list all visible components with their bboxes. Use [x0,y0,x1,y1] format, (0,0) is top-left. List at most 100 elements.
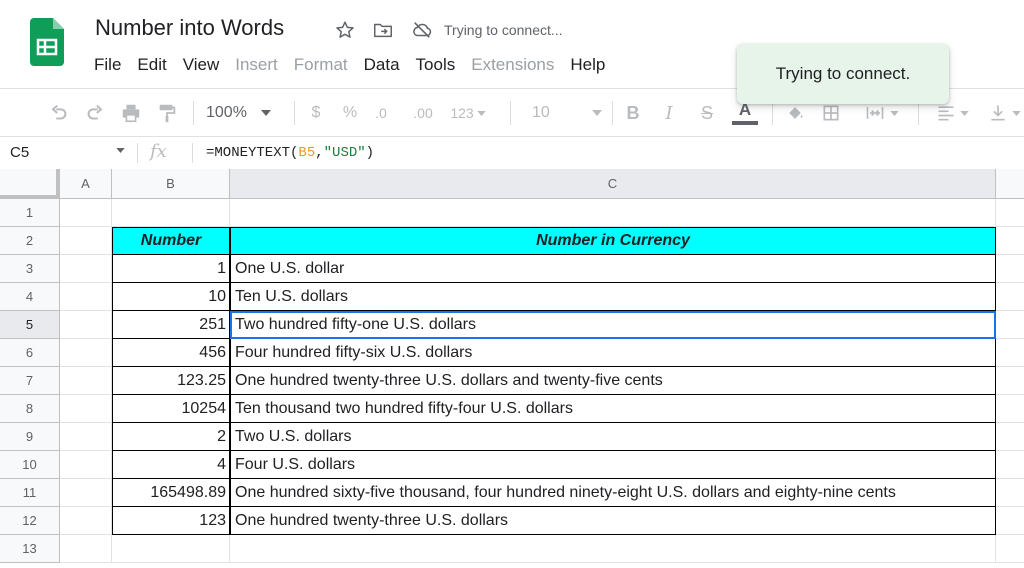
menu-view[interactable]: View [175,53,228,77]
percent-format-button[interactable]: % [338,89,362,137]
menu-insert[interactable]: Insert [227,53,286,77]
cell[interactable] [996,255,1024,283]
cell[interactable] [60,451,112,479]
chevron-down-icon[interactable] [116,148,125,153]
cell[interactable] [60,227,112,255]
column-header-d[interactable] [996,169,1024,199]
select-all-corner[interactable] [0,169,60,199]
decrease-decimal-button[interactable]: .0 [366,89,396,137]
cell[interactable] [230,199,996,227]
cell[interactable] [112,535,230,563]
undo-button[interactable] [44,89,74,137]
row-header[interactable]: 9 [0,423,60,451]
row-header[interactable]: 6 [0,339,60,367]
name-box[interactable]: C5 [10,144,29,161]
cell[interactable] [996,451,1024,479]
cell[interactable] [996,535,1024,563]
menu-edit[interactable]: Edit [129,53,174,77]
cell[interactable] [60,367,112,395]
number-cell[interactable]: 10254 [112,395,230,423]
cell[interactable] [112,199,230,227]
number-cell[interactable]: 10 [112,283,230,311]
number-cell[interactable]: 4 [112,451,230,479]
more-formats-button[interactable]: 123 [446,89,490,137]
cell[interactable] [996,339,1024,367]
table-header-currency[interactable]: Number in Currency [230,227,996,255]
cell[interactable] [230,535,996,563]
row-header[interactable]: 3 [0,255,60,283]
number-cell[interactable]: 251 [112,311,230,339]
menu-extensions[interactable]: Extensions [463,53,562,77]
strikethrough-button[interactable]: S [694,89,720,137]
row-header[interactable]: 5 [0,311,60,339]
menu-data[interactable]: Data [356,53,408,77]
cell[interactable] [996,479,1024,507]
cell[interactable] [60,507,112,535]
formula-input[interactable]: =MONEYTEXT(B5,"USD") [206,145,374,161]
font-size-select[interactable]: 10 [532,89,612,137]
vertical-align-button[interactable] [984,89,1024,137]
cell[interactable] [60,255,112,283]
cell[interactable] [996,423,1024,451]
row-header[interactable]: 2 [0,227,60,255]
number-cell[interactable]: 1 [112,255,230,283]
zoom-select[interactable]: 100% [206,89,286,137]
currency-cell[interactable]: Ten U.S. dollars [230,283,996,311]
cell[interactable] [60,311,112,339]
currency-cell[interactable]: Four U.S. dollars [230,451,996,479]
sheets-logo[interactable] [30,18,64,66]
move-folder-icon[interactable] [372,19,394,41]
menu-help[interactable]: Help [562,53,613,77]
cell[interactable] [60,199,112,227]
table-header-number[interactable]: Number [112,227,230,255]
row-header[interactable]: 12 [0,507,60,535]
currency-cell[interactable]: One hundred sixty-five thousand, four hu… [230,479,996,507]
print-button[interactable] [116,89,146,137]
star-icon[interactable] [334,19,356,41]
cell[interactable] [996,199,1024,227]
menu-file[interactable]: File [86,53,129,77]
cell[interactable] [60,339,112,367]
italic-button[interactable]: I [656,89,682,137]
cell[interactable] [60,479,112,507]
cell[interactable] [996,395,1024,423]
number-cell[interactable]: 456 [112,339,230,367]
row-header[interactable]: 11 [0,479,60,507]
currency-cell[interactable]: One U.S. dollar [230,255,996,283]
cell[interactable] [996,283,1024,311]
row-header[interactable]: 13 [0,535,60,563]
currency-cell[interactable]: Two U.S. dollars [230,423,996,451]
currency-cell[interactable]: Four hundred fifty-six U.S. dollars [230,339,996,367]
column-header-a[interactable]: A [60,169,112,199]
currency-cell[interactable]: One hundred twenty-three U.S. dollars [230,507,996,535]
number-cell[interactable]: 123 [112,507,230,535]
number-cell[interactable]: 165498.89 [112,479,230,507]
bold-button[interactable]: B [620,89,646,137]
menu-tools[interactable]: Tools [408,53,464,77]
cell[interactable] [996,367,1024,395]
row-header[interactable]: 4 [0,283,60,311]
row-header[interactable]: 1 [0,199,60,227]
cell[interactable] [996,227,1024,255]
row-header[interactable]: 8 [0,395,60,423]
selected-cell[interactable]: Two hundred fifty-one U.S. dollars [230,311,996,339]
number-cell[interactable]: 123.25 [112,367,230,395]
column-header-c[interactable]: C [230,169,996,199]
currency-format-button[interactable]: $ [304,89,328,137]
increase-decimal-button[interactable]: .00 [408,89,438,137]
currency-cell[interactable]: Ten thousand two hundred fifty-four U.S.… [230,395,996,423]
cell[interactable] [60,423,112,451]
row-header[interactable]: 7 [0,367,60,395]
menu-format[interactable]: Format [286,53,356,77]
cell[interactable] [996,311,1024,339]
paint-format-button[interactable] [152,89,182,137]
spreadsheet-grid[interactable]: A B C 1 2 3 4 5 6 7 8 9 10 11 12 13 Number Number in Curr… [0,169,1024,568]
column-header-b[interactable]: B [112,169,230,199]
row-header[interactable]: 10 [0,451,60,479]
document-title[interactable]: Number into Words [95,15,284,41]
redo-button[interactable] [80,89,110,137]
currency-cell[interactable]: One hundred twenty-three U.S. dollars an… [230,367,996,395]
cell[interactable] [60,535,112,563]
cell[interactable] [996,507,1024,535]
cell[interactable] [60,283,112,311]
